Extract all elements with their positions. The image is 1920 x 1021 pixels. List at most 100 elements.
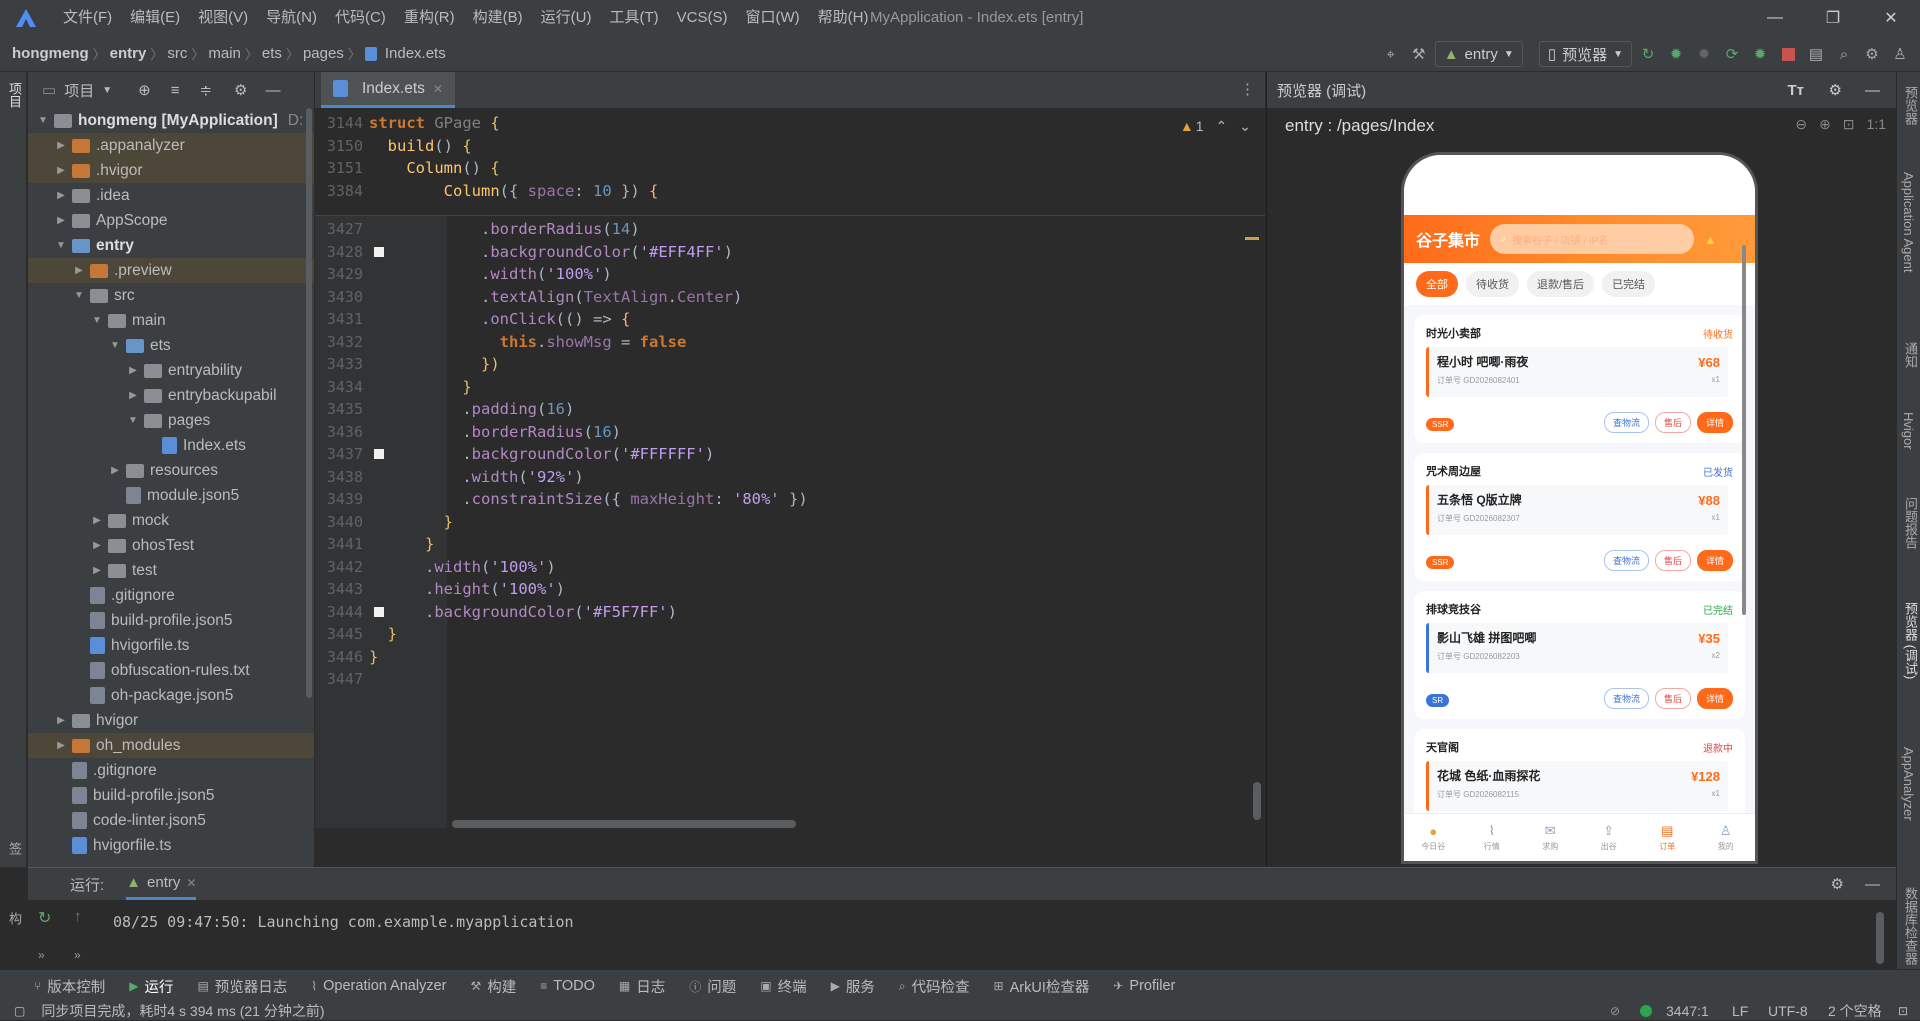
run-tab-entry[interactable]: ▲ entry ✕ [126, 868, 197, 900]
side-tab-database-inspector[interactable]: 数据库检查器 [1901, 887, 1920, 965]
chevron-right-icon[interactable]: ▶ [108, 465, 122, 476]
actual-size-icon[interactable]: 1:1 [1867, 116, 1886, 133]
order-detail-button[interactable]: 详情 [1696, 412, 1733, 433]
chevron-right-icon[interactable]: ▶ [90, 515, 104, 526]
phone-preview-frame[interactable]: 谷子集市 ⌕ 搜索谷子 / 店铺 / IP名 ▲ 全部 待收货 退款/售后 已完结 时… [1401, 152, 1758, 864]
project-tree-item[interactable]: hvigorfile.ts [28, 833, 314, 858]
project-tree-item[interactable]: ▶ oh_modules [28, 733, 314, 758]
expand-all-icon[interactable]: ≡ [171, 82, 180, 99]
project-tree-item[interactable]: ▶ mock [28, 508, 314, 533]
chevron-right-icon[interactable]: ▶ [54, 140, 68, 151]
app-nav-item[interactable]: ⇪ 出谷 [1580, 814, 1639, 861]
project-tree-item[interactable]: ▶ .idea [28, 183, 314, 208]
tool-window-button[interactable]: ⑂ 版本控制 [34, 976, 105, 997]
menu-item[interactable]: 编辑(E) [121, 0, 189, 36]
status-layout-icon[interactable]: ▢ [14, 1004, 25, 1018]
menu-item[interactable]: 视图(V) [189, 0, 257, 36]
breadcrumb-item[interactable]: entry [106, 45, 151, 62]
inspection-widget[interactable]: ▲ 1 ⌃ ⌄ [1180, 118, 1251, 135]
side-tab-notifications[interactable]: 通知 [1901, 342, 1920, 368]
order-item[interactable]: 程小时 吧唧·雨夜 订单号 GD2026082401 ¥68 x1 [1426, 347, 1728, 397]
console-scrollbar[interactable] [1876, 912, 1884, 964]
project-tree-item[interactable]: ▶ .hvigor [28, 158, 314, 183]
collapse-all-icon[interactable]: ≑ [199, 81, 212, 99]
tab-index-ets[interactable]: Index.ets ✕ [321, 72, 455, 108]
more-actions-icon[interactable]: » [38, 948, 45, 962]
vertical-scrollbar[interactable] [1253, 782, 1261, 820]
notification-bell-icon[interactable]: ▲ [1704, 232, 1717, 247]
project-tree-item[interactable]: ▶ ohosTest [28, 533, 314, 558]
minimize-button[interactable]: — [1746, 0, 1804, 36]
project-tree-item[interactable]: ▼ ets [28, 333, 314, 358]
tool-window-button[interactable]: ▶ 运行 [129, 976, 173, 997]
side-tab-appanalyzer[interactable]: AppAnalyzer [1901, 747, 1916, 821]
project-tree-item[interactable]: ▼ entry [28, 233, 314, 258]
chevron-down-icon[interactable]: ▼ [72, 290, 86, 301]
panel-settings-gear-icon[interactable]: ⚙ [234, 81, 247, 99]
menu-item[interactable]: 窗口(W) [736, 0, 808, 36]
tool-window-button[interactable]: ⊞ ArkUI检查器 [994, 976, 1090, 997]
chevron-right-icon[interactable]: ▶ [54, 715, 68, 726]
chevron-down-icon[interactable]: ▼ [54, 240, 68, 251]
project-tree-item[interactable]: build-profile.json5 [28, 608, 314, 633]
run-console-output[interactable]: 08/25 09:47:50: Launching com.example.my… [113, 913, 574, 931]
device-select[interactable]: ▯ 预览器 ▼ [1538, 41, 1632, 67]
order-card[interactable]: 咒术周边屋 已发货 五条悟 Q版立牌 订单号 GD2026082307 ¥88 … [1414, 453, 1745, 581]
hammer-icon[interactable]: ⚒ [1407, 42, 1431, 66]
maximize-button[interactable]: ❐ [1804, 0, 1862, 36]
order-filter-tab[interactable]: 退款/售后 [1527, 271, 1595, 297]
debug-icon[interactable]: ✹ [1664, 42, 1688, 66]
warning-stripe[interactable] [1245, 237, 1259, 240]
project-tree-item[interactable]: oh-package.json5 [28, 683, 314, 708]
project-tree-item[interactable]: ▼ main [28, 308, 314, 333]
target-icon[interactable]: ⊕ [138, 81, 151, 99]
chevron-down-icon[interactable]: ▼ [36, 115, 50, 126]
tool-window-button[interactable]: ✈ Profiler [1113, 978, 1175, 994]
chevron-right-icon[interactable]: ▶ [54, 215, 68, 226]
readonly-lock-icon[interactable]: ⊡ [1898, 1004, 1908, 1018]
menu-item[interactable]: 运行(U) [532, 0, 601, 36]
tool-window-button[interactable]: ▦ 日志 [619, 976, 665, 997]
project-tree-item[interactable]: Index.ets [28, 433, 314, 458]
order-filter-tab[interactable]: 已完结 [1602, 271, 1656, 297]
breadcrumb-item[interactable]: src [163, 45, 191, 62]
zoom-in-icon[interactable]: ⊕ [1819, 116, 1831, 133]
close-window-button[interactable]: ✕ [1862, 0, 1920, 36]
preview-settings-gear-icon[interactable]: ⚙ [1829, 81, 1842, 99]
no-lock-icon[interactable]: ⊘ [1610, 1004, 1620, 1018]
project-tree-item[interactable]: ▼ src [28, 283, 314, 308]
locate-icon[interactable]: ⌖ [1379, 42, 1403, 66]
chevron-right-icon[interactable]: ▶ [126, 390, 140, 401]
project-tree-item[interactable]: ▶ hvigor [28, 708, 314, 733]
project-tree-item[interactable]: ▶ resources [28, 458, 314, 483]
run-settings-gear-icon[interactable]: ⚙ [1831, 875, 1844, 893]
line-separator[interactable]: LF [1732, 1003, 1748, 1019]
more-actions-icon[interactable]: » [74, 948, 81, 962]
scroll-up-icon[interactable]: ↑ [74, 908, 82, 925]
app-nav-item[interactable]: ⌇ 行情 [1463, 814, 1522, 861]
search-icon[interactable]: ⌕ [1832, 42, 1856, 66]
tool-window-button[interactable]: ⌕ 代码检查 [899, 976, 970, 997]
account-icon[interactable]: ♙ [1888, 42, 1912, 66]
chevron-right-icon[interactable]: ▶ [54, 165, 68, 176]
order-detail-button[interactable]: 详情 [1696, 688, 1733, 709]
breadcrumb-item[interactable]: pages [299, 45, 348, 62]
menu-item[interactable]: 工具(T) [600, 0, 667, 36]
project-tree-item[interactable]: ▶ .preview [28, 258, 314, 283]
profile-icon[interactable]: ✹ [1748, 42, 1772, 66]
menu-item[interactable]: 导航(N) [257, 0, 326, 36]
tool-window-button[interactable]: ⚒ 构建 [470, 976, 516, 997]
project-panel-title[interactable]: 项目 [64, 80, 94, 101]
chevron-down-icon[interactable]: ▼ [102, 85, 112, 96]
text-size-icon[interactable]: Tт [1787, 82, 1804, 99]
project-tree-item[interactable]: build-profile.json5 [28, 783, 314, 808]
project-tree-item[interactable]: code-linter.json5 [28, 808, 314, 833]
breadcrumb-item[interactable]: Index.ets [381, 45, 450, 62]
rerun-icon[interactable]: ↻ [1636, 42, 1660, 66]
tool-window-button[interactable]: ▣ 终端 [760, 976, 806, 997]
breadcrumb-item[interactable]: hongmeng [8, 45, 93, 62]
file-encoding[interactable]: UTF-8 [1768, 1003, 1808, 1019]
menu-item[interactable]: 构建(B) [464, 0, 532, 36]
project-tree-item[interactable]: obfuscation-rules.txt [28, 658, 314, 683]
order-item[interactable]: 影山飞雄 拼图吧唧 订单号 GD2026082203 ¥35 x2 [1426, 623, 1728, 673]
